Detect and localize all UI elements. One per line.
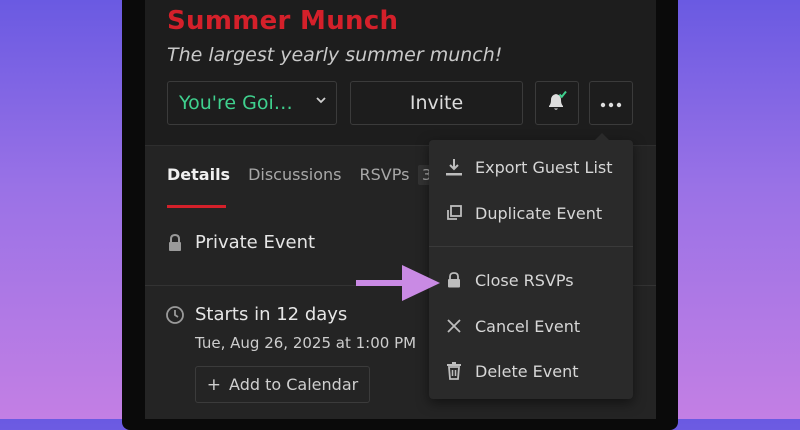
rsvp-status-select[interactable]: You're Goi… (167, 81, 337, 125)
menu-item-label: Delete Event (475, 361, 579, 381)
download-icon (443, 156, 465, 178)
more-options-button[interactable] (589, 81, 633, 125)
tab-rsvps[interactable]: RSVPs (360, 165, 410, 184)
menu-caret (594, 133, 610, 141)
more-horizontal-icon (599, 94, 623, 113)
menu-item-label: Export Guest List (475, 157, 613, 177)
event-tabs: Details Discussions RSVPs (167, 165, 427, 184)
menu-item-duplicate-event[interactable]: Duplicate Event (443, 202, 602, 224)
clock-icon (165, 305, 185, 329)
lock-icon (443, 269, 465, 291)
callout-arrow-icon (356, 265, 440, 301)
tab-details[interactable]: Details (167, 165, 230, 184)
event-title: Summer Munch (167, 6, 399, 36)
add-to-calendar-label: Add to Calendar (229, 375, 359, 394)
plus-icon: + (206, 374, 222, 395)
menu-item-label: Cancel Event (475, 316, 581, 336)
lock-icon (167, 233, 183, 257)
active-tab-indicator (167, 205, 226, 208)
chevron-down-icon (315, 94, 327, 110)
bell-check-icon (544, 88, 570, 118)
event-subtitle: The largest yearly summer munch! (167, 44, 503, 66)
x-icon (443, 315, 465, 337)
tab-discussions[interactable]: Discussions (248, 165, 341, 184)
add-to-calendar-button[interactable]: + Add to Calendar (195, 366, 370, 403)
menu-item-label: Close RSVPs (475, 270, 574, 290)
rsvp-status-label: You're Goi… (179, 92, 293, 114)
menu-item-cancel-event[interactable]: Cancel Event (443, 315, 580, 337)
menu-item-export-guest-list[interactable]: Export Guest List (443, 156, 613, 178)
more-options-menu: Export Guest List Duplicate Event Close … (429, 133, 633, 399)
menu-divider (429, 246, 633, 247)
starts-in-label: Starts in 12 days (195, 304, 348, 325)
invite-button[interactable]: Invite (350, 81, 523, 125)
menu-item-label: Duplicate Event (475, 203, 603, 223)
notifications-button[interactable] (535, 81, 579, 125)
menu-item-close-rsvps[interactable]: Close RSVPs (443, 269, 574, 291)
trash-icon (443, 360, 465, 382)
duplicate-icon (443, 202, 465, 224)
app-screen: Summer Munch The largest yearly summer m… (145, 0, 656, 419)
privacy-label: Private Event (195, 232, 316, 253)
event-date: Tue, Aug 26, 2025 at 1:00 PM (195, 334, 417, 352)
menu-item-delete-event[interactable]: Delete Event (443, 360, 579, 382)
